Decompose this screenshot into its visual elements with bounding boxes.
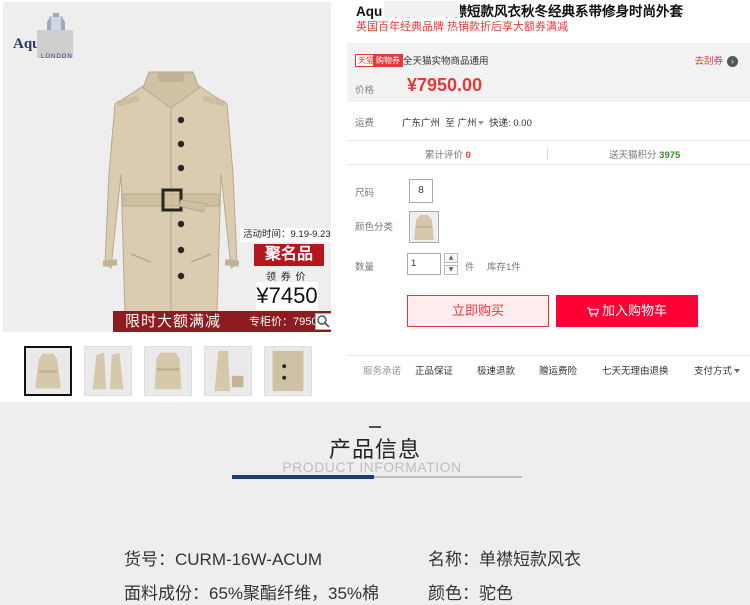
- coat-image: [102, 71, 240, 315]
- size-label: 尺码: [355, 188, 375, 199]
- thumbnail-1[interactable]: [24, 346, 72, 396]
- title-dash: [369, 426, 381, 428]
- reviews-count: 0: [465, 150, 471, 161]
- service-item[interactable]: 正品保证: [415, 363, 453, 377]
- color-option[interactable]: [409, 211, 439, 243]
- stats-bar: 累计评价 0 送天猫积分 3975: [347, 140, 750, 165]
- quantity-unit: 件: [465, 262, 475, 273]
- thumbnail-5[interactable]: [264, 346, 312, 396]
- info-underline-accent: [232, 475, 374, 479]
- payment-label: 支付方式: [694, 366, 733, 377]
- price: ¥7950.00: [407, 75, 483, 95]
- product-info-section: 产品信息 PRODUCT INFORMATION 货号：CURM-16W-ACU…: [0, 402, 750, 605]
- add-to-cart-label: 加入购物车: [601, 303, 667, 318]
- get-coupon-link[interactable]: 去刮券 ›: [694, 53, 738, 67]
- increment-icon[interactable]: ▲: [444, 253, 458, 263]
- add-to-cart-button[interactable]: 加入购物车: [556, 295, 698, 327]
- ship-to-select[interactable]: 广州: [457, 118, 486, 129]
- coupon-tag: 购物券: [373, 54, 403, 67]
- divider: [547, 147, 548, 160]
- points-label: 送天猫积分: [609, 150, 657, 161]
- brand-sub: LONDON: [41, 54, 73, 60]
- size-option[interactable]: 8: [409, 179, 433, 203]
- price-box: 天猫 购物券 全天猫实物商品通用 去刮券 › 价格 ¥7950.00: [347, 43, 750, 102]
- limit-bar: 限时大额满减 专柜价：7950: [113, 311, 331, 332]
- price-label: 价格: [355, 85, 375, 96]
- decrement-icon[interactable]: ▼: [444, 265, 458, 275]
- main-product-image[interactable]: Aqu um LONDON 活动时间：9.19-9.23: [3, 2, 331, 332]
- ship-from: 广东广州: [402, 118, 441, 129]
- chevron-down-icon: [478, 121, 485, 126]
- get-coupon-label: 去刮券: [694, 56, 723, 67]
- title-redaction: [384, 1, 460, 17]
- ship-to-word: 至: [445, 118, 455, 129]
- reviews-stat[interactable]: 累计评价 0: [425, 147, 471, 161]
- quantity-input[interactable]: 1: [407, 253, 441, 275]
- thumbnail-3[interactable]: [144, 346, 192, 396]
- points-count: 3975: [659, 150, 681, 161]
- ju-badge: 聚名品: [254, 244, 324, 266]
- shipping-label: 运费: [355, 118, 375, 129]
- service-label: 服务承诺: [363, 366, 402, 377]
- brand-logo: Aqu um LONDON: [13, 10, 103, 60]
- info-item-color: 颜色：驼色: [428, 584, 513, 603]
- points-stat: 送天猫积分 3975: [609, 147, 680, 161]
- coupon-description: 全天猫实物商品通用: [403, 56, 489, 67]
- service-item[interactable]: 七天无理由退换: [602, 363, 669, 377]
- info-subtitle: PRODUCT INFORMATION: [282, 459, 462, 475]
- service-item[interactable]: 极速退款: [477, 363, 515, 377]
- zoom-icon[interactable]: [315, 313, 331, 330]
- info-item-name: 名称：单襟短款风衣: [428, 550, 581, 569]
- buy-now-button[interactable]: 立即购买: [407, 295, 549, 327]
- chevron-down-icon: [734, 369, 741, 374]
- coupon-price-label: 领 券 价: [266, 272, 307, 283]
- service-row: 服务承诺 正品保证 极速退款 赠运费险 七天无理由退换 支付方式: [347, 355, 750, 380]
- ship-to: 广州: [457, 118, 477, 129]
- color-swatch-image: [414, 215, 434, 240]
- shipping-info: 广东广州 至 广州 快递: 0.00: [402, 115, 532, 129]
- thumbnail-4[interactable]: [204, 346, 252, 396]
- coupon-price: ¥7450: [256, 282, 318, 310]
- cart-icon: [586, 306, 599, 317]
- event-time: 活动时间：9.19-9.23: [240, 228, 331, 242]
- counter-price: 专柜价：7950: [249, 316, 318, 328]
- thumbnail-strip: [24, 346, 314, 398]
- color-label: 颜色分类: [355, 222, 394, 233]
- reviews-label: 累计评价: [425, 150, 464, 161]
- chevron-right-icon: ›: [727, 55, 738, 67]
- quantity-label: 数量: [355, 262, 375, 273]
- info-item-sku: 货号：CURM-16W-ACUM: [124, 550, 323, 569]
- limit-text: 限时大额满减: [125, 313, 222, 330]
- ship-method: 快递: 0.00: [489, 118, 532, 129]
- stock-text: 库存1件: [487, 262, 521, 273]
- service-item[interactable]: 赠运费险: [539, 363, 577, 377]
- payment-dropdown[interactable]: 支付方式: [694, 363, 741, 377]
- info-item-fabric: 面料成份：65%聚酯纤维，35%棉: [124, 584, 380, 603]
- thumbnail-2[interactable]: [84, 346, 132, 396]
- product-subtitle: 英国百年经典品牌 热销款折后享大额券满减: [356, 21, 569, 33]
